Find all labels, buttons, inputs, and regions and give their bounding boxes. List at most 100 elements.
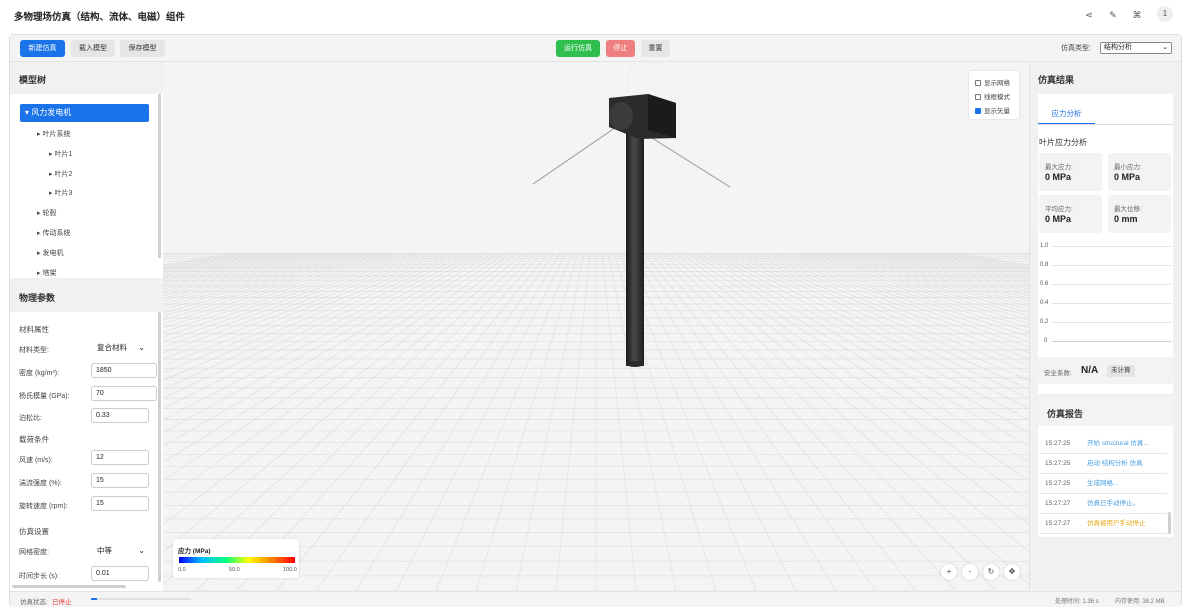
log-message: 生成网格... [1087, 480, 1119, 487]
log-time: 15:27:27 [1045, 500, 1071, 507]
checkbox-checked-icon[interactable] [975, 108, 981, 114]
sim-settings-group-label: 仿真设置 [19, 527, 49, 536]
y-tick: 1.0 [1040, 243, 1049, 249]
material-type-select[interactable]: 复合材料 ⌄ [91, 339, 149, 356]
checkbox-unchecked-icon[interactable] [975, 94, 981, 100]
density-input[interactable]: 1850 [91, 363, 157, 378]
hub[interactable] [609, 102, 633, 130]
log-time: 15:27:25 [1045, 480, 1071, 487]
log-message: 开始 structural 仿真... [1087, 440, 1149, 447]
material-type-label: 材料类型: [19, 347, 49, 354]
stop-button[interactable]: 停止 [606, 40, 635, 57]
mesh-density-select[interactable]: 中等 ⌄ [91, 542, 149, 559]
tree-item[interactable]: ▸ 叶片2 [49, 169, 72, 179]
sim-type-select[interactable]: 结构分析 ⌄ [1100, 42, 1172, 54]
params-scrollbar[interactable] [158, 312, 161, 582]
share-icon[interactable]: ⋖ [1082, 8, 1096, 22]
gridline [1052, 341, 1171, 342]
log-scrollbar[interactable] [1168, 512, 1171, 534]
time-step-input[interactable]: 0.01 [91, 566, 149, 581]
results-title: 仿真结果 [1038, 75, 1075, 85]
gridline [1052, 322, 1171, 323]
tree-item[interactable]: ▸ 叶片1 [49, 149, 72, 159]
zoom-in-icon[interactable]: + [941, 564, 957, 580]
avg-stress-card: 平均应力: 0 MPa [1039, 195, 1102, 233]
tree-item[interactable]: ▸ 发电机 [37, 248, 63, 258]
zoom-out-icon[interactable]: - [962, 564, 978, 580]
legend-color-bar [179, 557, 295, 563]
wind-speed-input[interactable]: 12 [91, 450, 149, 465]
3d-viewport[interactable] [163, 63, 1029, 591]
show-grid-option[interactable]: 显示网格 [975, 77, 1010, 87]
pan-icon[interactable]: ✥ [1004, 564, 1020, 580]
wireframe-option[interactable]: 线框模式 [975, 91, 1010, 101]
y-tick: 0.4 [1040, 300, 1049, 306]
max-stress-value: 0 MPa [1045, 172, 1072, 182]
youngs-modulus-label: 杨氏模量 (GPa): [19, 393, 70, 400]
params-title: 物理参数 [19, 293, 56, 303]
progress-fill [91, 598, 97, 600]
load-model-button[interactable]: 载入模型 [71, 40, 115, 57]
load-group-label: 载荷条件 [19, 435, 49, 444]
y-tick: 0.8 [1040, 262, 1049, 268]
sim-type-value: 结构分析 [1104, 44, 1132, 51]
reset-button[interactable]: 重置 [641, 40, 670, 57]
log-row: 15:27:27 仿真已手动停止。 [1040, 494, 1167, 514]
avg-stress-value: 0 MPa [1045, 214, 1072, 224]
tree-item[interactable]: ▸ 塔架 [37, 268, 56, 278]
apps-icon[interactable]: ⌘ [1130, 8, 1144, 22]
avatar[interactable]: 1 [1157, 6, 1173, 22]
max-displacement-value: 0 mm [1114, 214, 1138, 224]
tree-item[interactable]: ▸ 叶片3 [49, 188, 72, 198]
save-model-button[interactable]: 保存模型 [120, 40, 165, 57]
tab-stress-analysis[interactable]: 应力分析 [1038, 104, 1095, 124]
chevron-down-icon: ⌄ [138, 343, 145, 352]
section-title: 叶片应力分析 [1039, 138, 1087, 147]
log-row: 15:27:25 生成网格... [1040, 474, 1167, 494]
run-simulation-button[interactable]: 运行仿真 [556, 40, 600, 57]
turbulence-label: 湍流强度 (%): [19, 480, 62, 487]
tree-item[interactable]: ▸ 叶片系统 [37, 129, 70, 139]
y-tick: 0.6 [1040, 281, 1049, 287]
log-message: 仿真已手动停止。 [1087, 500, 1139, 507]
memory-usage: 内存使用: 38.2 MB [1115, 599, 1165, 605]
turbulence-input[interactable]: 15 [91, 473, 149, 488]
show-vectors-option[interactable]: 显示矢量 [975, 105, 1010, 115]
log-row: 15:27:25 开始 structural 仿真... [1040, 434, 1167, 454]
title-bar: 多物理场仿真（结构、流体、电磁）组件 [0, 0, 1191, 30]
log-message: 仿真被用户手动停止 [1087, 520, 1146, 527]
wind-turbine-model[interactable] [163, 63, 1029, 591]
youngs-modulus-input[interactable]: 70 [91, 386, 157, 401]
sim-type-label: 仿真类型: [1061, 45, 1091, 52]
model-tree-title: 模型树 [19, 75, 47, 85]
tower[interactable] [626, 133, 644, 366]
gridline [1052, 265, 1171, 266]
gridline [1052, 246, 1171, 247]
tree-scrollbar[interactable] [158, 94, 161, 258]
safety-factor: 安全系数: N/A 未计算 [1038, 357, 1173, 384]
tree-item[interactable]: ▸ 轮毂 [37, 208, 56, 218]
tree-item[interactable]: ▸ 传动系统 [37, 228, 70, 238]
status-label: 仿真状态: [20, 599, 48, 606]
wind-speed-label: 风速 (m/s): [19, 457, 53, 464]
new-simulation-button[interactable]: 新建仿真 [20, 40, 65, 57]
y-tick: 0 [1044, 338, 1048, 344]
mesh-density-label: 网格密度: [19, 549, 49, 556]
mesh-density-value: 中等 [97, 546, 112, 555]
log-message: 启动 结构分析 仿真 [1087, 460, 1143, 467]
tree-item-root[interactable]: ▾ 风力发电机 [20, 104, 149, 122]
report-header: 仿真报告 [1038, 397, 1173, 426]
chevron-down-icon: ⌄ [138, 546, 145, 555]
status-bar: 仿真状态: 已停止 处理时间: 1.36 s 内存使用: 38.2 MB [10, 591, 1181, 607]
material-type-value: 复合材料 [97, 343, 127, 352]
params-hscrollbar[interactable] [12, 585, 126, 588]
rotation-speed-input[interactable]: 15 [91, 496, 149, 511]
viewport-options: 显示网格 线框模式 显示矢量 [969, 71, 1019, 119]
poisson-ratio-input[interactable]: 0.33 [91, 408, 149, 423]
poisson-ratio-label: 泊松比: [19, 415, 42, 422]
stress-chart [1038, 240, 1173, 350]
legend-min: 0.0 [178, 567, 186, 573]
checkbox-unchecked-icon[interactable] [975, 80, 981, 86]
edit-icon[interactable]: ✎ [1106, 8, 1120, 22]
rotate-icon[interactable]: ↻ [983, 564, 999, 580]
